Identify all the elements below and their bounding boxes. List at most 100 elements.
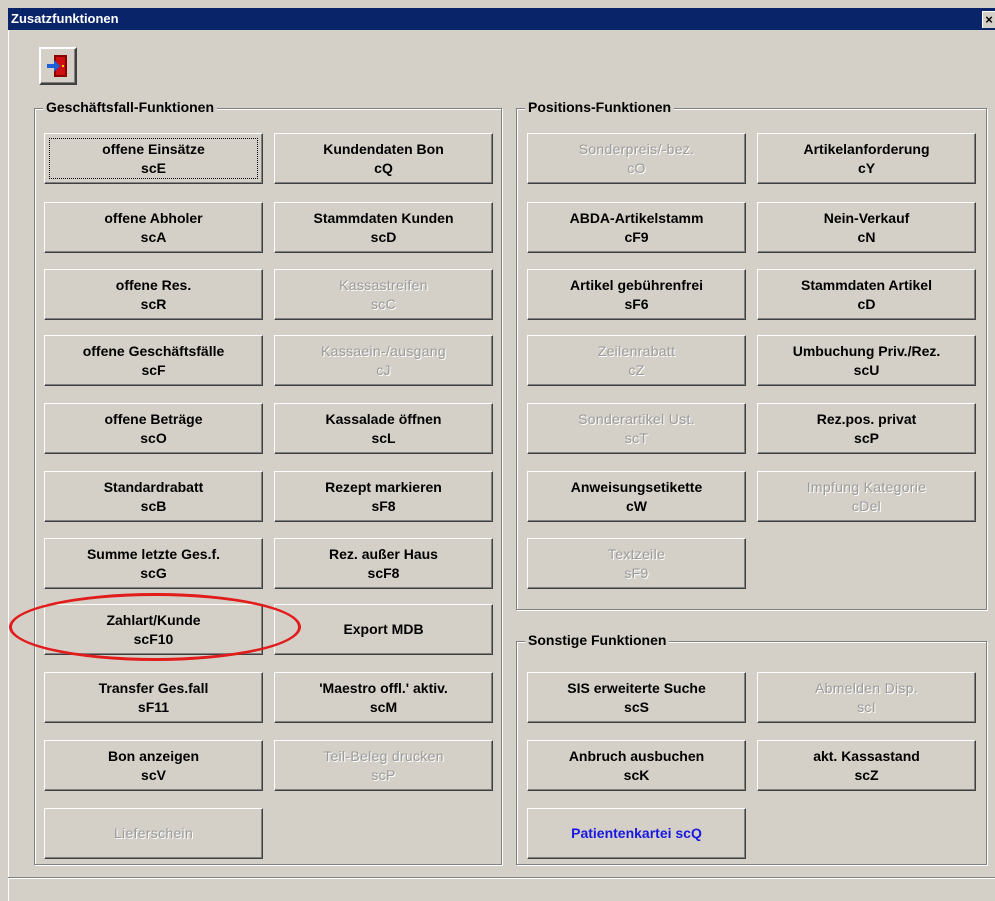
kassaein-ausgang-button[interactable]: Kassaein-/ausgang cJ xyxy=(274,335,493,386)
stammdaten-kunden-button[interactable]: Stammdaten Kunden scD xyxy=(274,202,493,253)
close-button[interactable]: × xyxy=(982,11,995,28)
button-shortcut: scF10 xyxy=(133,630,174,647)
button-label: offene Beträge xyxy=(104,410,203,427)
button-label: Kassastreifen xyxy=(339,276,428,293)
button-label: Bon anzeigen xyxy=(107,747,199,764)
kundendaten-bon-button[interactable]: Kundendaten Bon cQ xyxy=(274,133,493,184)
button-label: Standardrabatt xyxy=(103,478,204,495)
button-shortcut: scT xyxy=(624,429,649,446)
zeilenrabatt-button[interactable]: Zeilenrabatt cZ xyxy=(527,335,746,386)
standardrabatt-button[interactable]: Standardrabatt scB xyxy=(44,471,263,522)
button-shortcut: cF9 xyxy=(624,228,649,245)
abmelden-disp-button[interactable]: Abmelden Disp. scI xyxy=(757,672,976,723)
kassalade-oeffnen-button[interactable]: Kassalade öffnen scL xyxy=(274,403,493,454)
button-label: Zahlart/Kunde xyxy=(106,611,201,628)
button-shortcut: scU xyxy=(853,361,880,378)
abda-artikelstamm-button[interactable]: ABDA-Artikelstamm cF9 xyxy=(527,202,746,253)
button-label: Artikelanforderung xyxy=(803,140,930,157)
button-label: Artikel gebührenfrei xyxy=(569,276,704,293)
button-shortcut: sF9 xyxy=(624,564,649,581)
offene-geschaeftsfaelle-button[interactable]: offene Geschäftsfälle scF xyxy=(44,335,263,386)
button-label: Summe letzte Ges.f. xyxy=(86,545,221,562)
button-shortcut: scI xyxy=(857,698,876,715)
button-shortcut: scF8 xyxy=(367,564,400,581)
impfung-kategorie-button[interactable]: Impfung Kategorie cDel xyxy=(757,471,976,522)
offene-einsaetze-button[interactable]: offene Einsätze scE xyxy=(44,133,263,184)
sonderartikel-button[interactable]: Sonderartikel Ust. scT xyxy=(527,403,746,454)
window-title-bar[interactable]: Zusatzfunktionen × xyxy=(8,8,995,30)
button-shortcut: cJ xyxy=(376,361,391,378)
button-shortcut: scM xyxy=(369,698,398,715)
window-title: Zusatzfunktionen xyxy=(11,11,119,26)
rezept-markieren-button[interactable]: Rezept markieren sF8 xyxy=(274,471,493,522)
button-label: Kassalade öffnen xyxy=(325,410,442,427)
button-label: Rez.pos. privat xyxy=(816,410,917,427)
akt-kassastand-button[interactable]: akt. Kassastand scZ xyxy=(757,740,976,791)
button-label: Stammdaten Kunden xyxy=(313,209,454,226)
button-shortcut: cD xyxy=(857,295,876,312)
bon-anzeigen-button[interactable]: Bon anzeigen scV xyxy=(44,740,263,791)
zahlart-kunde-button[interactable]: Zahlart/Kunde scF10 xyxy=(44,604,263,655)
kassastreifen-button[interactable]: Kassastreifen scC xyxy=(274,269,493,320)
umbuchung-button[interactable]: Umbuchung Priv./Rez. scU xyxy=(757,335,976,386)
transfer-gesfall-button[interactable]: Transfer Ges.fall sF11 xyxy=(44,672,263,723)
summe-letzte-button[interactable]: Summe letzte Ges.f. scG xyxy=(44,538,263,589)
close-icon: × xyxy=(985,12,993,27)
button-shortcut: scC xyxy=(370,295,396,312)
button-shortcut: scG xyxy=(140,564,167,581)
button-shortcut: scF xyxy=(141,361,166,378)
rezpos-privat-button[interactable]: Rez.pos. privat scP xyxy=(757,403,976,454)
button-label: Zeilenrabatt xyxy=(597,342,676,359)
button-label: SIS erweiterte Suche xyxy=(567,679,706,696)
geschaeftsfall-panel-title: Geschäftsfall-Funktionen xyxy=(43,99,218,115)
button-label: offene Res. xyxy=(115,276,192,293)
exit-button[interactable] xyxy=(39,47,77,85)
button-shortcut: scV xyxy=(141,766,166,783)
anbruch-ausbuchen-button[interactable]: Anbruch ausbuchen scK xyxy=(527,740,746,791)
button-label: Lieferschein xyxy=(113,825,194,841)
button-label: Anbruch ausbuchen xyxy=(568,747,705,764)
button-shortcut: scK xyxy=(623,766,650,783)
button-label: Kundendaten Bon xyxy=(323,140,444,157)
button-label: Sonderartikel Ust. xyxy=(578,410,695,427)
button-shortcut: cDel xyxy=(851,497,882,514)
textzeile-button[interactable]: Textzeile sF9 xyxy=(527,538,746,589)
artikel-gebuehrenfrei-button[interactable]: Artikel gebührenfrei sF6 xyxy=(527,269,746,320)
button-shortcut: scS xyxy=(624,698,649,715)
anweisungsetikette-button[interactable]: Anweisungsetikette cW xyxy=(527,471,746,522)
button-shortcut: scB xyxy=(140,497,167,514)
button-shortcut: sF6 xyxy=(624,295,649,312)
button-shortcut: scO xyxy=(140,429,167,446)
patientenkartei-button[interactable]: Patientenkartei scQ xyxy=(527,808,746,859)
offene-res-button[interactable]: offene Res. scR xyxy=(44,269,263,320)
button-label: Teil-Beleg drucken xyxy=(323,747,444,764)
artikelanforderung-button[interactable]: Artikelanforderung cY xyxy=(757,133,976,184)
offene-betraege-button[interactable]: offene Beträge scO xyxy=(44,403,263,454)
button-label: offene Geschäftsfälle xyxy=(82,342,225,359)
button-shortcut: scD xyxy=(370,228,397,245)
sonstige-panel-title: Sonstige Funktionen xyxy=(525,632,670,648)
button-label: 'Maestro offl.' aktiv. xyxy=(319,679,448,696)
button-shortcut: scP xyxy=(854,429,879,446)
stammdaten-artikel-button[interactable]: Stammdaten Artikel cD xyxy=(757,269,976,320)
button-label: Kassaein-/ausgang xyxy=(321,342,446,359)
offene-abholer-button[interactable]: offene Abholer scA xyxy=(44,202,263,253)
button-label: Patientenkartei scQ xyxy=(571,825,702,841)
button-label: Impfung Kategorie xyxy=(806,478,927,495)
nein-verkauf-button[interactable]: Nein-Verkauf cN xyxy=(757,202,976,253)
button-shortcut: cW xyxy=(626,497,647,514)
rez-ausser-haus-button[interactable]: Rez. außer Haus scF8 xyxy=(274,538,493,589)
teil-beleg-drucken-button[interactable]: Teil-Beleg drucken scP xyxy=(274,740,493,791)
maestro-aktiv-button[interactable]: 'Maestro offl.' aktiv. scM xyxy=(274,672,493,723)
button-label: Rez. außer Haus xyxy=(329,545,438,562)
sis-erweiterte-suche-button[interactable]: SIS erweiterte Suche scS xyxy=(527,672,746,723)
button-label: Textzeile xyxy=(607,545,666,562)
positions-panel-title: Positions-Funktionen xyxy=(525,99,675,115)
export-mdb-button[interactable]: Export MDB xyxy=(274,604,493,655)
button-label: Umbuchung Priv./Rez. xyxy=(792,342,941,359)
button-label: offene Einsätze xyxy=(102,140,205,157)
button-label: Anweisungsetikette xyxy=(570,478,703,495)
button-label: ABDA-Artikelstamm xyxy=(569,209,704,226)
lieferschein-button[interactable]: Lieferschein xyxy=(44,808,263,859)
sonderpreis-button[interactable]: Sonderpreis/-bez. cO xyxy=(527,133,746,184)
